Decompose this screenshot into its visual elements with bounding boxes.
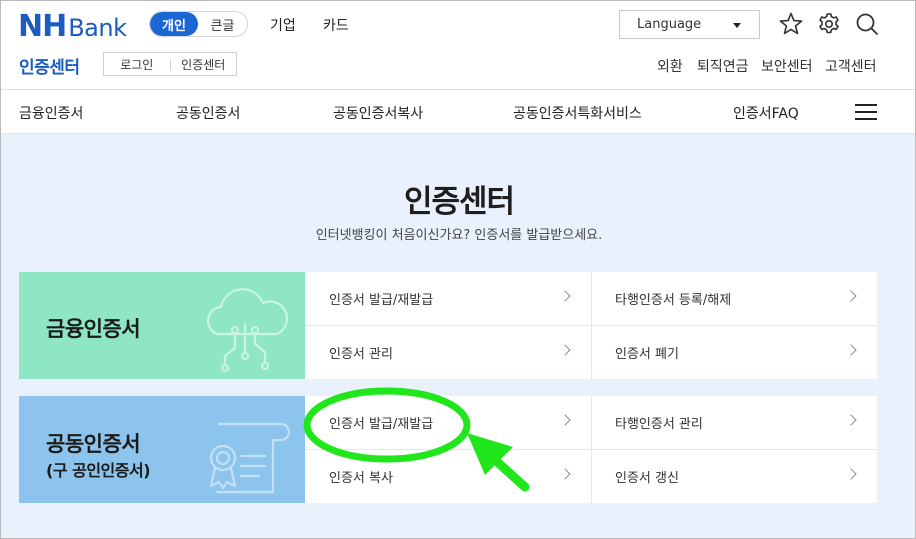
cloud-network-icon <box>207 288 289 373</box>
star-icon[interactable] <box>778 11 804 37</box>
chevron-right-icon <box>845 468 857 480</box>
logo-nh-text: NH <box>18 9 67 44</box>
util-link-pension[interactable]: 퇴직연금 <box>697 56 749 76</box>
joint-copy-link[interactable]: 인증서 복사 <box>305 450 591 503</box>
search-icon[interactable] <box>854 11 880 37</box>
nh-bank-logo[interactable]: NH Bank <box>18 9 127 44</box>
chevron-right-icon <box>559 468 571 480</box>
personal-largefont-toggle: 개인 큰글 <box>149 11 248 37</box>
hamburger-icon[interactable] <box>855 104 877 120</box>
toggle-personal[interactable]: 개인 <box>150 12 198 36</box>
joint-cert-card: 공동인증서 (구 공인인증서) 인증서 발급/재발급 타행인증서 관리 인증서 … <box>19 396 877 503</box>
financial-cert-banner: 금융인증서 <box>19 272 305 379</box>
financial-cert-title: 금융인증서 <box>46 317 141 341</box>
financial-issue-link[interactable]: 인증서 발급/재발급 <box>305 272 591 325</box>
nav-corporate-link[interactable]: 기업 <box>270 15 296 35</box>
financial-manage-label: 인증서 관리 <box>329 347 393 362</box>
main-navigation: 금융인증서 공동인증서 공동인증서복사 공동인증서특화서비스 인증서FAQ <box>1 89 915 134</box>
joint-other-bank-link[interactable]: 타행인증서 관리 <box>591 396 877 449</box>
breadcrumb-cert-center[interactable]: 인증센터 <box>171 56 237 73</box>
chevron-right-icon <box>559 344 571 356</box>
gnb-item-cert-copy[interactable]: 공동인증서복사 <box>333 103 423 123</box>
util-link-security[interactable]: 보안센터 <box>761 56 813 76</box>
chevron-right-icon <box>845 290 857 302</box>
financial-revoke-label: 인증서 폐기 <box>615 347 679 362</box>
chevron-right-icon <box>845 414 857 426</box>
caret-down-icon <box>733 23 741 28</box>
util-link-customer[interactable]: 고객센터 <box>825 56 877 76</box>
language-label: Language <box>637 17 702 32</box>
financial-issue-label: 인증서 발급/재발급 <box>329 293 434 308</box>
financial-cert-card: 금융인증서 인증서 발급/재발급 타행인증서 등록/해제 인증서 관리 인증서 … <box>19 272 877 379</box>
breadcrumb-login[interactable]: 로그인 <box>104 56 170 73</box>
joint-other-bank-label: 타행인증서 관리 <box>615 417 703 432</box>
page-title: 인증센터 <box>403 184 515 220</box>
joint-copy-label: 인증서 복사 <box>329 471 393 486</box>
joint-cert-banner: 공동인증서 (구 공인인증서) <box>19 396 305 503</box>
language-select[interactable]: Language <box>619 10 760 39</box>
joint-renew-label: 인증서 갱신 <box>615 471 679 486</box>
site-header: NH Bank 개인 큰글 기업 카드 Language 인증센터 로그인 인증… <box>1 1 915 89</box>
financial-other-bank-label: 타행인증서 등록/해제 <box>615 293 732 308</box>
main-content: 인증센터 인터넷뱅킹이 처음이신가요? 인증서를 발급받으세요. 금융인증서 인… <box>1 134 915 538</box>
joint-issue-label: 인증서 발급/재발급 <box>329 417 434 432</box>
breadcrumb: 로그인 인증센터 <box>103 52 237 76</box>
logo-bank-text: Bank <box>68 14 127 42</box>
nav-card-link[interactable]: 카드 <box>323 15 349 35</box>
certificate-scroll-icon <box>209 422 291 494</box>
joint-issue-link[interactable]: 인증서 발급/재발급 <box>305 396 591 449</box>
chevron-right-icon <box>559 414 571 426</box>
joint-cert-subtitle: (구 공인인증서) <box>46 461 151 480</box>
gnb-item-joint-cert[interactable]: 공동인증서 <box>176 103 240 123</box>
page-description: 인터넷뱅킹이 처음이신가요? 인증서를 발급받으세요. <box>315 228 603 243</box>
joint-renew-link[interactable]: 인증서 갱신 <box>591 450 877 503</box>
chevron-right-icon <box>845 344 857 356</box>
financial-other-bank-link[interactable]: 타행인증서 등록/해제 <box>591 272 877 325</box>
gear-icon[interactable] <box>816 11 842 37</box>
divider <box>591 272 592 379</box>
gnb-item-cert-special[interactable]: 공동인증서특화서비스 <box>513 103 642 123</box>
section-title[interactable]: 인증센터 <box>19 53 80 78</box>
browser-viewport: NH Bank 개인 큰글 기업 카드 Language 인증센터 로그인 인증… <box>0 0 916 539</box>
divider <box>591 396 592 503</box>
gnb-item-faq[interactable]: 인증서FAQ <box>733 103 799 123</box>
gnb-item-financial-cert[interactable]: 금융인증서 <box>19 103 83 123</box>
financial-manage-link[interactable]: 인증서 관리 <box>305 326 591 379</box>
toggle-large-font[interactable]: 큰글 <box>198 12 247 36</box>
joint-cert-title: 공동인증서 <box>46 432 141 456</box>
chevron-right-icon <box>559 290 571 302</box>
financial-revoke-link[interactable]: 인증서 폐기 <box>591 326 877 379</box>
util-link-forex[interactable]: 외환 <box>657 56 683 76</box>
